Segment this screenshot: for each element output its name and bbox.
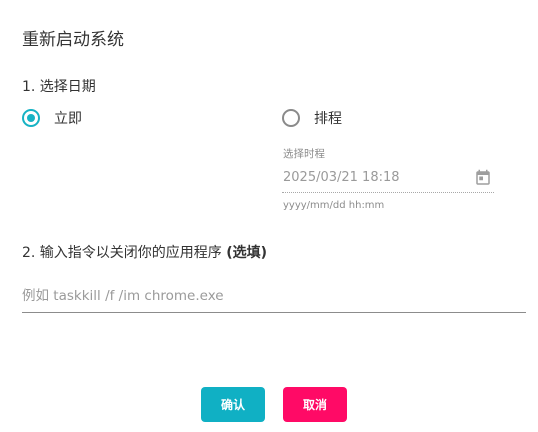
schedule-format-hint: yyyy/mm/dd hh:mm — [283, 200, 385, 211]
schedule-datetime-value[interactable]: 2025/03/21 18:18 — [283, 170, 400, 185]
schedule-datetime-field[interactable]: 2025/03/21 18:18 — [282, 166, 494, 193]
radio-label-immediate: 立即 — [54, 111, 82, 127]
dialog-title: 重新启动系统 — [22, 30, 124, 50]
command-section-label: 2. 输入指令以关闭你的应用程序 (选填) — [22, 242, 267, 262]
radio-label-schedule: 排程 — [314, 111, 342, 127]
calendar-icon[interactable] — [474, 169, 492, 187]
radio-button-schedule[interactable] — [282, 109, 300, 127]
optional-label: (选填) — [226, 245, 268, 261]
date-section-label: 1. 选择日期 — [22, 79, 96, 95]
radio-option-immediate[interactable]: 立即 — [22, 108, 82, 128]
close-app-command-input[interactable] — [22, 285, 526, 313]
command-section-label-text: 2. 输入指令以关闭你的应用程序 — [22, 245, 227, 261]
restart-system-dialog: 重新启动系统 1. 选择日期 立即 排程 选择时程 2025/03/21 18:… — [0, 0, 538, 432]
cancel-button[interactable]: 取消 — [283, 387, 347, 422]
confirm-button[interactable]: 确认 — [201, 387, 265, 422]
radio-option-schedule[interactable]: 排程 — [282, 108, 342, 128]
radio-button-immediate[interactable] — [22, 109, 40, 127]
schedule-caption: 选择时程 — [283, 148, 325, 160]
